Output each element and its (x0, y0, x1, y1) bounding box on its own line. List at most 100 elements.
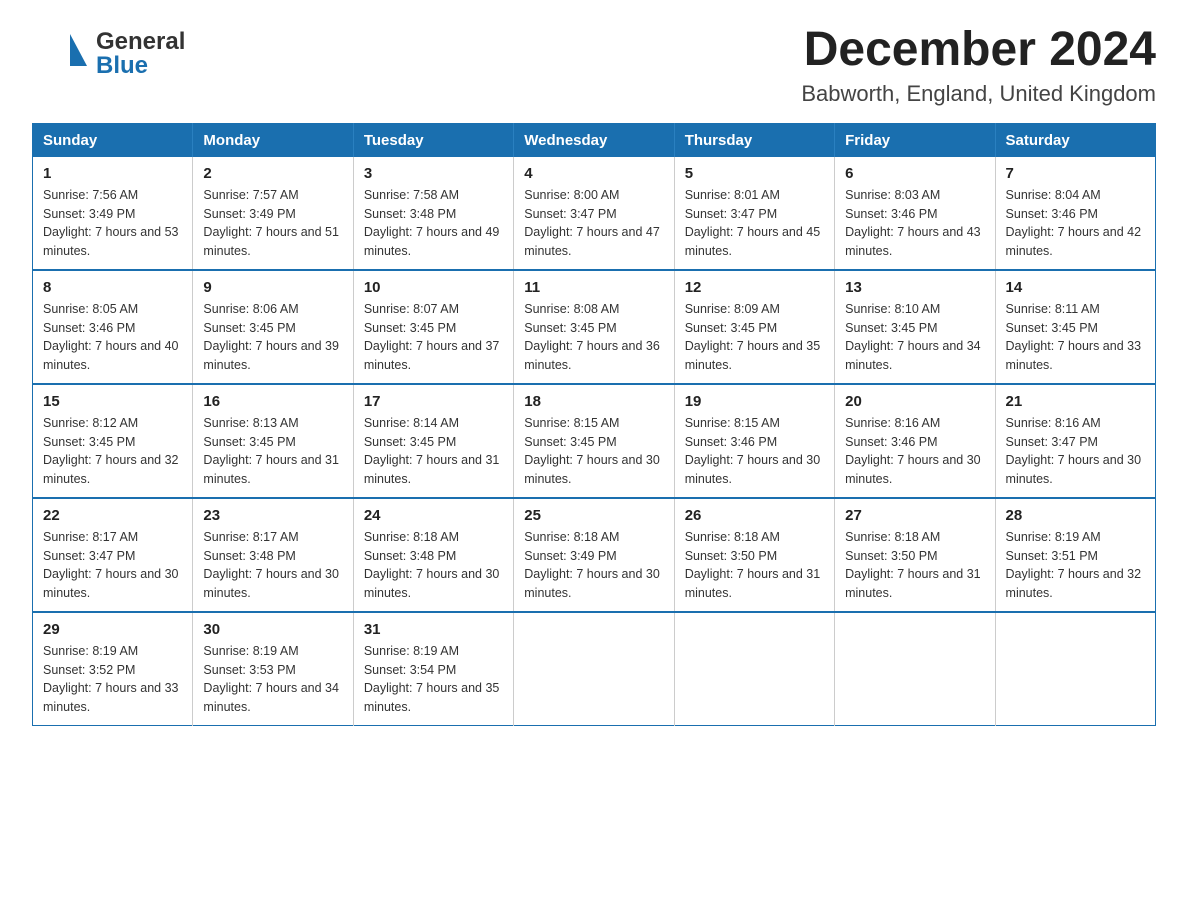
day-info: Sunrise: 8:01 AMSunset: 3:47 PMDaylight:… (685, 186, 824, 261)
logo-words: General Blue (96, 30, 185, 78)
calendar-cell (995, 612, 1155, 726)
logo-icon (32, 24, 92, 84)
calendar-week-row: 8Sunrise: 8:05 AMSunset: 3:46 PMDaylight… (33, 270, 1156, 384)
day-number: 30 (203, 621, 342, 638)
calendar-cell: 25 Sunrise: 8:18 AMSunset: 3:49 PMDayligh… (514, 498, 674, 612)
calendar-cell: 14 Sunrise: 8:11 AMSunset: 3:45 PMDayligh… (995, 270, 1155, 384)
day-info: Sunrise: 8:19 AMSunset: 3:53 PMDaylight:… (203, 642, 342, 717)
calendar-table: SundayMondayTuesdayWednesdayThursdayFrid… (32, 123, 1156, 726)
logo: General Blue (32, 24, 185, 84)
day-number: 24 (364, 507, 503, 524)
calendar-cell: 5Sunrise: 8:01 AMSunset: 3:47 PMDaylight… (674, 157, 834, 270)
calendar-cell: 31Sunrise: 8:19 AMSunset: 3:54 PMDayligh… (353, 612, 513, 726)
day-number: 14 (1006, 279, 1145, 296)
calendar-cell: 27 Sunrise: 8:18 AMSunset: 3:50 PMDayligh… (835, 498, 995, 612)
day-info: Sunrise: 7:58 AMSunset: 3:48 PMDaylight:… (364, 186, 503, 261)
calendar-cell: 28 Sunrise: 8:19 AMSunset: 3:51 PMDayligh… (995, 498, 1155, 612)
day-number: 2 (203, 165, 342, 182)
day-info: Sunrise: 8:05 AMSunset: 3:46 PMDaylight:… (43, 300, 182, 375)
day-info: Sunrise: 8:04 AMSunset: 3:46 PMDaylight:… (1006, 186, 1145, 261)
day-info: Sunrise: 8:12 AMSunset: 3:45 PMDaylight:… (43, 414, 182, 489)
calendar-cell (674, 612, 834, 726)
calendar-cell: 3 Sunrise: 7:58 AMSunset: 3:48 PMDaylight… (353, 157, 513, 270)
calendar-cell: 7 Sunrise: 8:04 AMSunset: 3:46 PMDaylight… (995, 157, 1155, 270)
day-number: 11 (524, 279, 663, 296)
day-info: Sunrise: 8:18 AMSunset: 3:50 PMDaylight:… (685, 528, 824, 603)
calendar-cell: 17 Sunrise: 8:14 AMSunset: 3:45 PMDayligh… (353, 384, 513, 498)
day-info: Sunrise: 8:18 AMSunset: 3:49 PMDaylight:… (524, 528, 663, 603)
day-info: Sunrise: 8:16 AMSunset: 3:47 PMDaylight:… (1006, 414, 1145, 489)
day-info: Sunrise: 8:19 AMSunset: 3:54 PMDaylight:… (364, 642, 503, 717)
day-info: Sunrise: 8:14 AMSunset: 3:45 PMDaylight:… (364, 414, 503, 489)
calendar-cell (514, 612, 674, 726)
day-of-week-header: Friday (835, 123, 995, 157)
day-of-week-header: Tuesday (353, 123, 513, 157)
day-info: Sunrise: 8:10 AMSunset: 3:45 PMDaylight:… (845, 300, 984, 375)
day-number: 15 (43, 393, 182, 410)
day-number: 9 (203, 279, 342, 296)
day-info: Sunrise: 8:16 AMSunset: 3:46 PMDaylight:… (845, 414, 984, 489)
calendar-cell: 18 Sunrise: 8:15 AMSunset: 3:45 PMDayligh… (514, 384, 674, 498)
calendar-cell: 10 Sunrise: 8:07 AMSunset: 3:45 PMDayligh… (353, 270, 513, 384)
day-number: 22 (43, 507, 182, 524)
day-info: Sunrise: 8:18 AMSunset: 3:48 PMDaylight:… (364, 528, 503, 603)
calendar-week-row: 22Sunrise: 8:17 AMSunset: 3:47 PMDayligh… (33, 498, 1156, 612)
day-number: 10 (364, 279, 503, 296)
day-info: Sunrise: 8:15 AMSunset: 3:45 PMDaylight:… (524, 414, 663, 489)
day-number: 17 (364, 393, 503, 410)
day-of-week-header: Monday (193, 123, 353, 157)
day-number: 20 (845, 393, 984, 410)
day-info: Sunrise: 8:03 AMSunset: 3:46 PMDaylight:… (845, 186, 984, 261)
day-number: 21 (1006, 393, 1145, 410)
day-info: Sunrise: 7:56 AMSunset: 3:49 PMDaylight:… (43, 186, 182, 261)
calendar-header-row: SundayMondayTuesdayWednesdayThursdayFrid… (33, 123, 1156, 157)
day-info: Sunrise: 7:57 AMSunset: 3:49 PMDaylight:… (203, 186, 342, 261)
day-info: Sunrise: 8:00 AMSunset: 3:47 PMDaylight:… (524, 186, 663, 261)
day-info: Sunrise: 8:18 AMSunset: 3:50 PMDaylight:… (845, 528, 984, 603)
calendar-cell: 19 Sunrise: 8:15 AMSunset: 3:46 PMDayligh… (674, 384, 834, 498)
day-number: 18 (524, 393, 663, 410)
day-number: 29 (43, 621, 182, 638)
day-number: 25 (524, 507, 663, 524)
day-number: 28 (1006, 507, 1145, 524)
calendar-cell: 6 Sunrise: 8:03 AMSunset: 3:46 PMDaylight… (835, 157, 995, 270)
day-number: 23 (203, 507, 342, 524)
day-info: Sunrise: 8:13 AMSunset: 3:45 PMDaylight:… (203, 414, 342, 489)
day-info: Sunrise: 8:15 AMSunset: 3:46 PMDaylight:… (685, 414, 824, 489)
calendar-week-row: 29 Sunrise: 8:19 AMSunset: 3:52 PMDayligh… (33, 612, 1156, 726)
calendar-cell: 4 Sunrise: 8:00 AMSunset: 3:47 PMDaylight… (514, 157, 674, 270)
calendar-cell (835, 612, 995, 726)
day-number: 1 (43, 165, 182, 182)
calendar-cell: 30 Sunrise: 8:19 AMSunset: 3:53 PMDayligh… (193, 612, 353, 726)
day-of-week-header: Sunday (33, 123, 193, 157)
calendar-cell: 1 Sunrise: 7:56 AMSunset: 3:49 PMDaylight… (33, 157, 193, 270)
day-number: 6 (845, 165, 984, 182)
day-number: 13 (845, 279, 984, 296)
day-number: 12 (685, 279, 824, 296)
day-info: Sunrise: 8:08 AMSunset: 3:45 PMDaylight:… (524, 300, 663, 375)
page-header: General Blue December 2024 Babworth, Eng… (32, 24, 1156, 107)
calendar-cell: 9Sunrise: 8:06 AMSunset: 3:45 PMDaylight… (193, 270, 353, 384)
day-number: 3 (364, 165, 503, 182)
day-info: Sunrise: 8:19 AMSunset: 3:52 PMDaylight:… (43, 642, 182, 717)
calendar-cell: 15 Sunrise: 8:12 AMSunset: 3:45 PMDayligh… (33, 384, 193, 498)
day-number: 16 (203, 393, 342, 410)
calendar-cell: 21 Sunrise: 8:16 AMSunset: 3:47 PMDayligh… (995, 384, 1155, 498)
calendar-cell: 23 Sunrise: 8:17 AMSunset: 3:48 PMDayligh… (193, 498, 353, 612)
calendar-cell: 26Sunrise: 8:18 AMSunset: 3:50 PMDayligh… (674, 498, 834, 612)
day-number: 27 (845, 507, 984, 524)
calendar-cell: 24 Sunrise: 8:18 AMSunset: 3:48 PMDayligh… (353, 498, 513, 612)
calendar-cell: 12Sunrise: 8:09 AMSunset: 3:45 PMDayligh… (674, 270, 834, 384)
day-info: Sunrise: 8:19 AMSunset: 3:51 PMDaylight:… (1006, 528, 1145, 603)
calendar-cell: 20 Sunrise: 8:16 AMSunset: 3:46 PMDayligh… (835, 384, 995, 498)
day-info: Sunrise: 8:07 AMSunset: 3:45 PMDaylight:… (364, 300, 503, 375)
day-of-week-header: Wednesday (514, 123, 674, 157)
calendar-title: December 2024 (801, 24, 1156, 77)
calendar-cell: 13 Sunrise: 8:10 AMSunset: 3:45 PMDayligh… (835, 270, 995, 384)
day-number: 4 (524, 165, 663, 182)
day-number: 19 (685, 393, 824, 410)
day-info: Sunrise: 8:11 AMSunset: 3:45 PMDaylight:… (1006, 300, 1145, 375)
day-number: 7 (1006, 165, 1145, 182)
day-info: Sunrise: 8:17 AMSunset: 3:48 PMDaylight:… (203, 528, 342, 603)
day-of-week-header: Saturday (995, 123, 1155, 157)
